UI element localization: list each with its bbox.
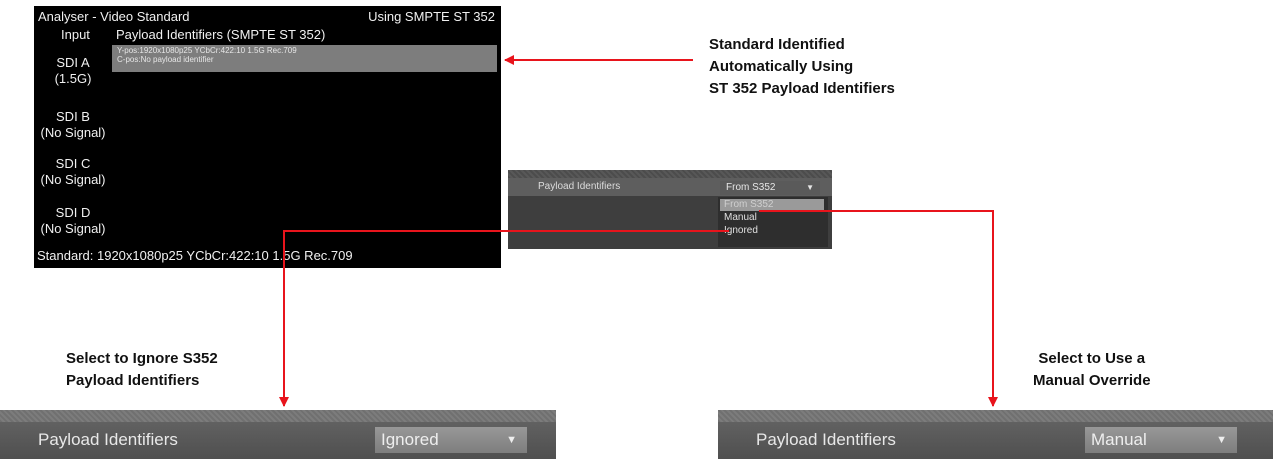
annotation-arrows	[279, 55, 998, 407]
arrow-to-ignored	[279, 230, 729, 407]
arrow-to-manual	[759, 210, 998, 407]
